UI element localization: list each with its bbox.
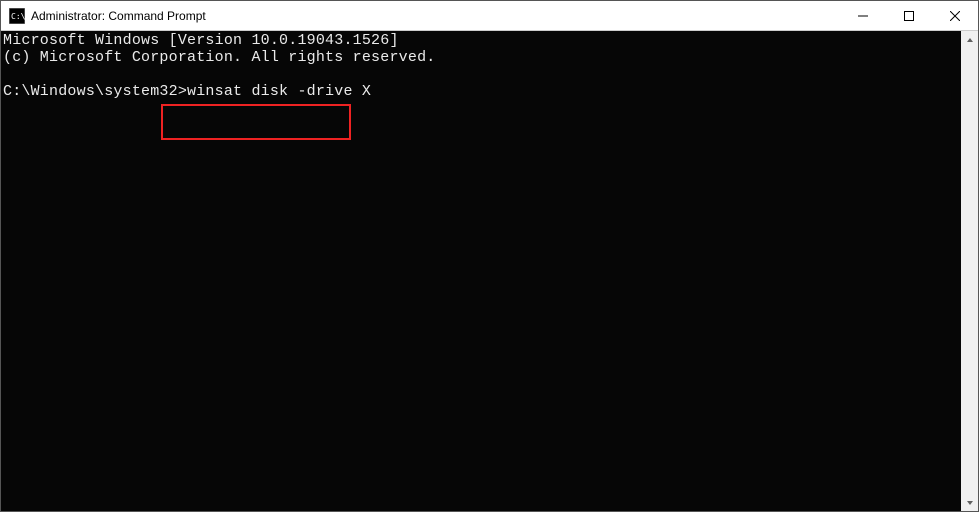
- maximize-button[interactable]: [886, 1, 932, 30]
- svg-text:C:\: C:\: [11, 12, 25, 21]
- vertical-scrollbar[interactable]: [961, 31, 978, 511]
- terminal[interactable]: Microsoft Windows [Version 10.0.19043.15…: [1, 31, 961, 511]
- scroll-up-button[interactable]: [961, 31, 978, 48]
- typed-command: winsat disk -drive X: [187, 83, 371, 100]
- titlebar-left: C:\ Administrator: Command Prompt: [1, 8, 206, 24]
- scroll-down-button[interactable]: [961, 494, 978, 511]
- window-controls: [840, 1, 978, 30]
- prompt-path: C:\Windows\system32>: [3, 83, 187, 100]
- cmd-window: C:\ Administrator: Command Prompt Micros…: [0, 0, 979, 512]
- cmd-icon: C:\: [9, 8, 25, 24]
- version-line: Microsoft Windows [Version 10.0.19043.15…: [3, 32, 961, 49]
- minimize-button[interactable]: [840, 1, 886, 30]
- window-title: Administrator: Command Prompt: [31, 9, 206, 23]
- close-button[interactable]: [932, 1, 978, 30]
- prompt-line: C:\Windows\system32>winsat disk -drive X: [3, 83, 961, 100]
- titlebar[interactable]: C:\ Administrator: Command Prompt: [1, 1, 978, 31]
- terminal-area: Microsoft Windows [Version 10.0.19043.15…: [1, 31, 978, 511]
- copyright-line: (c) Microsoft Corporation. All rights re…: [3, 49, 961, 66]
